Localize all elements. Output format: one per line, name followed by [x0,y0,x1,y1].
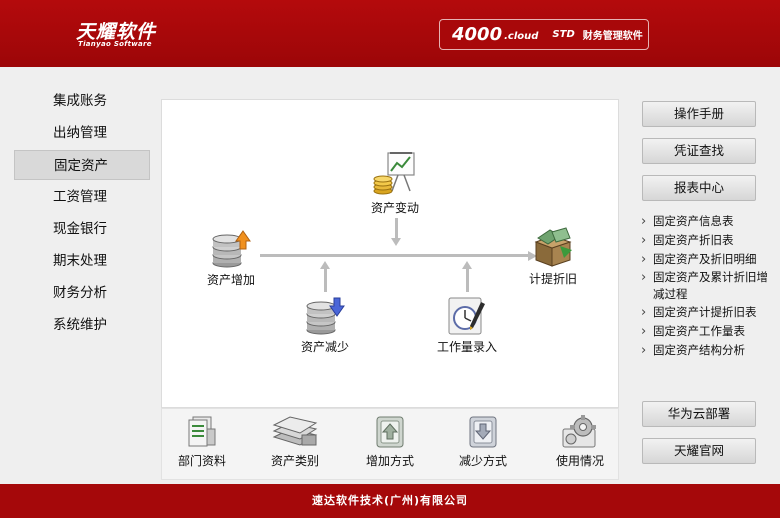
department-docs-icon [188,416,216,447]
bar-item-add-method[interactable]: 增加方式 [350,415,430,469]
product-cloud: .cloud [504,31,539,42]
fixed-asset-settings-bar: 部门资料 资产类别 增加方式 减少方式 使用情况 [161,408,619,480]
flow-node-asset-reduce[interactable]: 资产减少 [290,296,360,355]
nav-item-period-end[interactable]: 期末处理 [14,246,150,276]
report-center-button[interactable]: 报表中心 [642,175,756,201]
report-item-structure-analysis[interactable]: 固定资产结构分析 [640,341,776,360]
fixed-asset-flow-panel: 资产变动 资产增加 计提折旧 资产减少 工作量录入 [161,99,619,408]
flow-line-change [395,218,398,240]
bar-item-usage[interactable]: 使用情况 [540,415,620,469]
usage-gear-icon [562,415,596,448]
depreciation-label: 计提折旧 [528,272,577,286]
manual-button[interactable]: 操作手册 [642,101,756,127]
nav-item-cashier[interactable]: 出纳管理 [14,118,150,148]
app-header: 天耀软件 Tianyao Software 4000 .cloud STD 财务… [0,0,780,67]
nav-item-payroll[interactable]: 工资管理 [14,182,150,212]
nav-item-ledger[interactable]: 集成账务 [14,86,150,116]
workload-clock-icon [448,297,485,335]
flow-line-main [260,254,530,257]
report-item-depreciation[interactable]: 固定资产折旧表 [640,231,776,250]
logo-subtitle: Tianyao Software [78,40,152,48]
product-edition: STD [552,29,575,40]
flow-line-workload [466,268,469,292]
flow-node-workload[interactable]: 工作量录入 [427,296,507,355]
add-method-label: 增加方式 [365,454,414,468]
report-item-depreciation-accrual[interactable]: 固定资产计提折旧表 [640,303,776,322]
asset-add-label: 资产增加 [206,273,255,287]
nav-item-cash-bank[interactable]: 现金银行 [14,214,150,244]
nav-item-system-maintenance[interactable]: 系统维护 [14,310,150,340]
asset-change-chart-icon [373,152,415,195]
nav-item-fixed-assets[interactable]: 固定资产 [14,150,150,180]
report-item-accumulated-change[interactable]: 固定资产及累计折旧增减过程 [640,269,776,303]
bar-item-reduce-method[interactable]: 减少方式 [443,415,523,469]
asset-category-icon [272,416,318,446]
reduce-method-icon [469,416,497,448]
asset-reduce-label: 资产减少 [300,340,349,354]
flow-arrow-down [391,238,401,246]
report-item-asset-info[interactable]: 固定资产信息表 [640,212,776,231]
product-number: 4000 [452,24,503,45]
report-list: 固定资产信息表 固定资产折旧表 固定资产及折旧明细 固定资产及累计折旧增减过程 … [640,212,776,360]
add-method-icon [376,416,404,448]
asset-reduce-coins-icon [306,297,345,335]
report-item-workload[interactable]: 固定资产工作量表 [640,322,776,341]
footer-company: 速达软件技术(广州)有限公司 [0,484,780,518]
product-description: 财务管理软件 [582,31,643,42]
flow-arrow-up-reduce [320,261,330,269]
flow-line-reduce [324,268,327,292]
bar-item-asset-category[interactable]: 资产类别 [255,415,335,469]
nav-item-finance-analysis[interactable]: 财务分析 [14,278,150,308]
usage-label: 使用情况 [555,454,604,468]
huawei-cloud-button[interactable]: 华为云部署 [642,401,756,427]
flow-node-asset-change[interactable]: 资产变动 [360,151,430,216]
flow-node-depreciation[interactable]: 计提折旧 [518,224,588,287]
official-site-button[interactable]: 天耀官网 [642,438,756,464]
department-docs-label: 部门资料 [177,454,226,468]
reduce-method-label: 减少方式 [458,454,507,468]
asset-category-label: 资产类别 [270,454,319,468]
flow-node-asset-add[interactable]: 资产增加 [196,229,266,288]
depreciation-box-icon [534,227,572,267]
asset-change-label: 资产变动 [370,201,419,215]
workload-label: 工作量录入 [436,340,497,354]
voucher-search-button[interactable]: 凭证查找 [642,138,756,164]
report-item-asset-depreciation-detail[interactable]: 固定资产及折旧明细 [640,250,776,269]
bar-item-department-docs[interactable]: 部门资料 [162,415,242,469]
asset-add-coins-icon [212,230,251,268]
product-banner: 4000 .cloud STD 财务管理软件 [439,19,649,50]
flow-arrow-up-workload [462,261,472,269]
